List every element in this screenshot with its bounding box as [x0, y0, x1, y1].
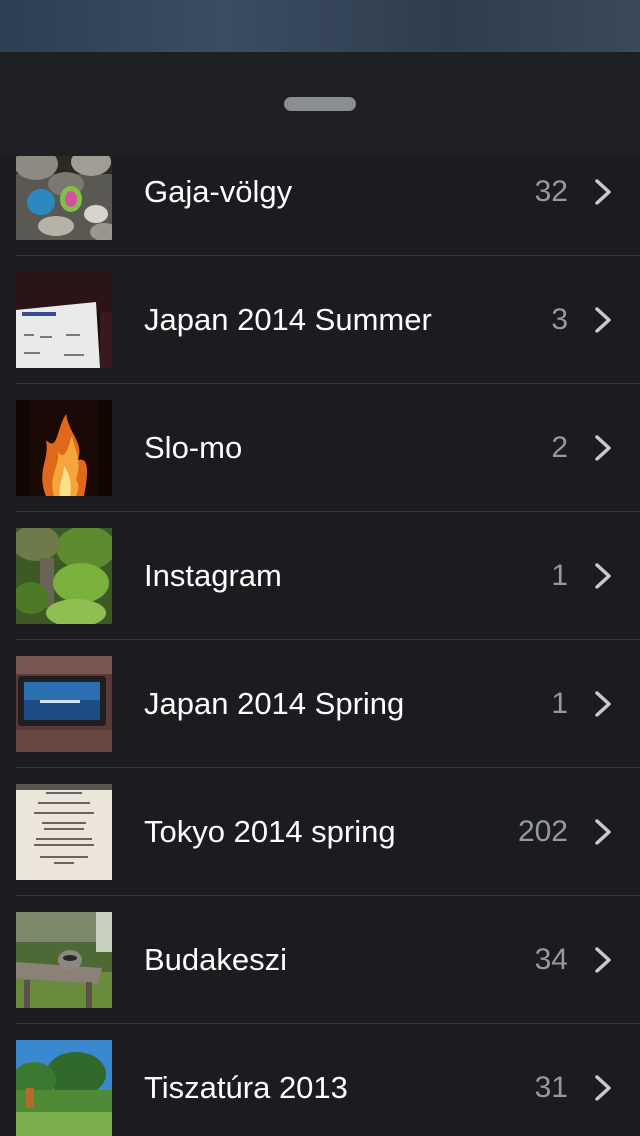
album-count: 32 — [534, 175, 568, 208]
photo-thumbnail-icon — [16, 156, 112, 240]
album-row-tokyo-2014-spring[interactable]: Tokyo 2014 spring 202 — [0, 768, 640, 896]
photo-thumbnail-icon — [16, 912, 112, 1008]
album-title: Tiszatúra 2013 — [144, 1070, 348, 1105]
chevron-right-icon — [595, 435, 611, 461]
album-title: Instagram — [144, 558, 282, 593]
album-row-tiszatura-2013[interactable]: Tiszatúra 2013 31 — [0, 1024, 640, 1136]
album-count: 1 — [551, 559, 568, 592]
album-row-budakeszi[interactable]: Budakeszi 34 — [0, 896, 640, 1024]
album-row-japan-2014-summer[interactable]: Japan 2014 Summer 3 — [0, 256, 640, 384]
album-title: Japan 2014 Spring — [144, 686, 405, 721]
album-title: Gaja-völgy — [144, 174, 293, 209]
photo-thumbnail-icon — [16, 784, 112, 880]
album-count: 2 — [551, 431, 568, 464]
album-title: Japan 2014 Summer — [144, 302, 432, 337]
album-row-gaja-volgy[interactable]: Gaja-völgy 32 — [0, 156, 640, 256]
album-count: 202 — [517, 815, 568, 848]
chevron-right-icon — [595, 819, 611, 845]
chevron-right-icon — [595, 947, 611, 973]
album-count: 3 — [551, 303, 568, 336]
album-title: Tokyo 2014 spring — [144, 814, 396, 849]
album-title: Budakeszi — [144, 942, 288, 977]
chevron-right-icon — [595, 1075, 611, 1101]
album-count: 31 — [534, 1071, 568, 1104]
chevron-right-icon — [595, 179, 611, 205]
photo-thumbnail-icon — [16, 1040, 112, 1136]
albums-sheet: Gaja-völgy 32 Japan 2014 Summer 3 Slo-mo… — [0, 52, 640, 1136]
album-count: 34 — [534, 943, 568, 976]
photo-thumbnail-icon — [16, 656, 112, 752]
sheet-header[interactable] — [0, 52, 640, 156]
chevron-right-icon — [595, 563, 611, 589]
album-row-instagram[interactable]: Instagram 1 — [0, 512, 640, 640]
chevron-right-icon — [595, 691, 611, 717]
photo-thumbnail-icon — [16, 528, 112, 624]
album-list[interactable]: Gaja-völgy 32 Japan 2014 Summer 3 Slo-mo… — [0, 156, 640, 1136]
album-title: Slo-mo — [144, 430, 243, 465]
photo-thumbnail-icon — [16, 272, 112, 368]
grabber-handle-icon[interactable] — [284, 97, 356, 111]
album-count: 1 — [551, 687, 568, 720]
album-row-japan-2014-spring[interactable]: Japan 2014 Spring 1 — [0, 640, 640, 768]
chevron-right-icon — [595, 307, 611, 333]
photo-thumbnail-icon — [16, 400, 112, 496]
background-photo — [0, 0, 640, 52]
album-row-slo-mo[interactable]: Slo-mo 2 — [0, 384, 640, 512]
